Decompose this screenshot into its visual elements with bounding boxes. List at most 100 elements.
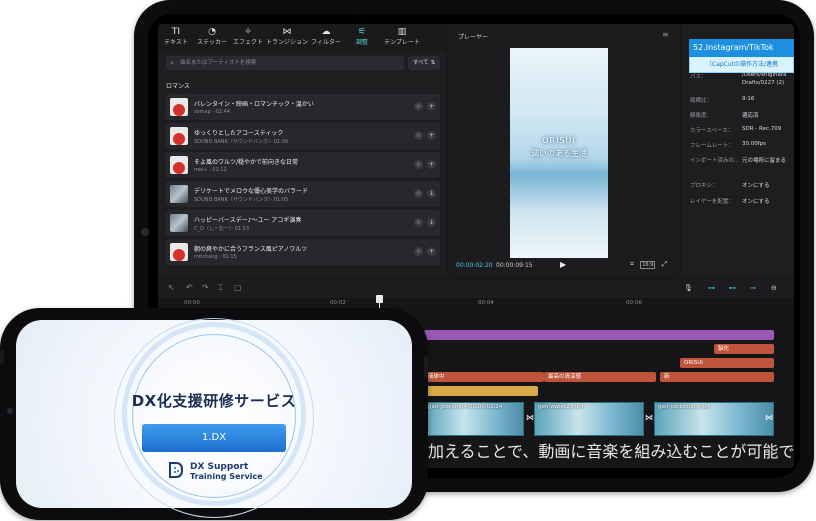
favorite-icon[interactable]: ☆ (414, 189, 423, 198)
list-item[interactable]: そよ風のワルツ/穏やかで前向きな日常 mei+ · 01:12 ☆ + (166, 152, 440, 178)
category-title: ロマンス (166, 83, 190, 90)
current-time: 00:00:02:20 (456, 262, 493, 269)
adjust-icon: ⚟ (357, 27, 367, 37)
track-thumbnail (170, 156, 188, 174)
preview-axis-icon[interactable]: ⊸ (750, 284, 756, 292)
effect-icon: ✧ (244, 27, 252, 37)
link-icon[interactable]: ⊶ (708, 284, 715, 292)
track-thumbnail (170, 185, 188, 203)
zoom-icon[interactable]: ⊖ (771, 284, 777, 292)
banner-title: 52.Instagram/TikTok (689, 39, 794, 57)
text-track-bar[interactable] (424, 330, 774, 340)
caption-text: 加えることで、動画に音楽を組み込むことが可能です。 (428, 442, 794, 461)
page-title: DX化支援研修サービス (131, 392, 297, 410)
list-item[interactable]: デリケートでメロウな優心美学のバラード SOUND BANK（サウンドバンク）·… (166, 181, 440, 207)
split-icon[interactable]: ⌶ (218, 283, 223, 293)
tab-sticker[interactable]: ◔ ステッカー (194, 24, 230, 50)
tab-filter[interactable]: ☁ フィルター (308, 24, 344, 50)
menu-icon[interactable]: ≡ (662, 30, 669, 39)
track-meta: C_O（しーおー）· 01:53 (194, 226, 250, 232)
transition-icon: ⋈ (282, 27, 292, 37)
favorite-icon[interactable]: ☆ (414, 131, 423, 140)
track-thumbnail (170, 98, 188, 116)
list-item[interactable]: ゆっくりとしたアコースティック SOUND BANK（サウンドバンク）· 01:… (166, 123, 440, 149)
track-title: デリケートでメロウな優心美学のバラード (194, 188, 309, 195)
phone-side-button (0, 350, 4, 364)
tab-effect[interactable]: ✧ エフェクト (230, 24, 266, 50)
audio-track-bar[interactable] (424, 386, 538, 396)
favorite-icon[interactable]: ☆ (414, 160, 423, 169)
crop-icon[interactable]: ⌗ (630, 260, 634, 268)
playhead-handle[interactable] (376, 295, 383, 303)
logo-line1: DX Support (190, 462, 249, 472)
play-button[interactable]: ▶ (560, 260, 566, 269)
track-meta: SOUND BANK（サウンドバンク）· 01:05 (194, 197, 289, 203)
favorite-icon[interactable]: ☆ (414, 102, 423, 111)
list-item[interactable]: ハッピーバースデー♪～ユー アコギ演奏 C_O（しーおー）· 01:53 ☆ ↓ (166, 210, 440, 236)
phone-camera (7, 408, 13, 414)
track-meta: mitchang · 01:15 (194, 254, 237, 260)
text-track-bar[interactable]: 最高の清涼感 (544, 372, 656, 382)
clip-label: gen-josei.mp4 00:00:01:24 (428, 404, 503, 410)
total-time: 00:00:09:15 (496, 262, 533, 269)
logo-line2: Training Service (190, 472, 263, 481)
undo-icon[interactable]: ↶ (186, 283, 193, 292)
filter-icon: ☁ (321, 27, 331, 37)
favorite-icon[interactable]: ☆ (414, 218, 423, 227)
music-search-input[interactable]: 曲名またはアーティストを検索 (166, 56, 404, 70)
transition-icon[interactable]: ⋈ (764, 413, 774, 423)
favorite-icon[interactable]: ☆ (414, 247, 423, 256)
tab-transition[interactable]: ⋈ トランジション (266, 24, 308, 50)
text-track-bar[interactable]: 脳化 (714, 344, 774, 354)
download-icon[interactable]: ↓ (427, 218, 436, 227)
add-icon[interactable]: + (427, 131, 436, 140)
add-icon[interactable]: + (427, 247, 436, 256)
tablet-camera (141, 228, 149, 236)
dx-button[interactable]: 1.DX (142, 424, 286, 452)
list-item[interactable]: 朝の爽やかに合うフランス風ピアノワルツ mitchang · 01:15 ☆ + (166, 239, 440, 265)
banner-subtitle: （CapCutの操作方法/連携 (706, 61, 779, 68)
dx-logo-icon (169, 462, 184, 478)
list-item[interactable]: バレンタイン・映画・ロマンチック・温かい zomap · 02:44 ☆ + (166, 94, 440, 120)
track-title: そよ風のワルツ/穏やかで前向きな日常 (194, 159, 299, 166)
fullscreen-icon[interactable]: ⤢ (662, 260, 668, 268)
timeline-toolbar (158, 280, 794, 298)
text-track-bar[interactable]: ORISUI (680, 358, 774, 368)
microphone-icon[interactable]: 🎙 (684, 284, 693, 292)
tab-adjust[interactable]: ⚟ 調整 (344, 24, 380, 50)
ruler-tick: 00:02 (330, 300, 346, 306)
clip-label: gen-water2.mp4 (538, 404, 584, 410)
ruler-tick: 00:00 (184, 300, 200, 306)
player-title: プレーヤー (458, 34, 489, 41)
player-panel: プレーヤー ≡ ORISUI 潤いのある生活 00:00:02:20 00:00… (450, 24, 678, 276)
ruler-tick: 00:06 (626, 300, 642, 306)
transition-icon[interactable]: ⋈ (644, 413, 654, 423)
select-tool-icon[interactable]: ↖ (168, 283, 175, 292)
transition-icon[interactable]: ⋈ (525, 413, 535, 423)
add-icon[interactable]: + (427, 160, 436, 169)
clip-label: gen-petbottle.mp4 (658, 404, 710, 410)
track-meta: SOUND BANK（サウンドバンク）· 01:06 (194, 139, 289, 145)
template-icon: ▥ (397, 27, 407, 37)
track-meta: mei+ · 01:12 (194, 167, 227, 173)
text-track-bar[interactable]: 液体中 (424, 372, 544, 382)
snap-icon[interactable]: ⊷ (729, 284, 736, 292)
track-title: ゆっくりとしたアコースティック (194, 130, 284, 137)
text-track-bar[interactable]: 新 (660, 372, 774, 382)
ratio-button[interactable]: 16:9 (640, 261, 656, 269)
download-icon[interactable]: ↓ (427, 189, 436, 198)
ruler-tick: 00:04 (478, 300, 494, 306)
filter-all-button[interactable]: すべて ⇅ (408, 56, 440, 70)
redo-icon[interactable]: ↷ (202, 283, 209, 292)
search-icon: ⌕ (170, 59, 174, 67)
track-title: ハッピーバースデー♪～ユー アコギ演奏 (194, 217, 302, 224)
track-thumbnail (170, 214, 188, 232)
track-meta: zomap · 02:44 (194, 109, 230, 115)
tab-text[interactable]: TI テキスト (158, 24, 194, 50)
delete-icon[interactable]: ▢ (234, 283, 242, 292)
sticker-icon: ◔ (208, 27, 216, 37)
media-tabs: TI テキスト ◔ ステッカー ✧ エフェクト ⋈ トランジション ☁ フィルター ⚟ 調整… (158, 24, 446, 50)
add-icon[interactable]: + (427, 102, 436, 111)
video-title: ORISUI (542, 136, 576, 145)
tab-template[interactable]: ▥ テンプレート (380, 24, 424, 50)
